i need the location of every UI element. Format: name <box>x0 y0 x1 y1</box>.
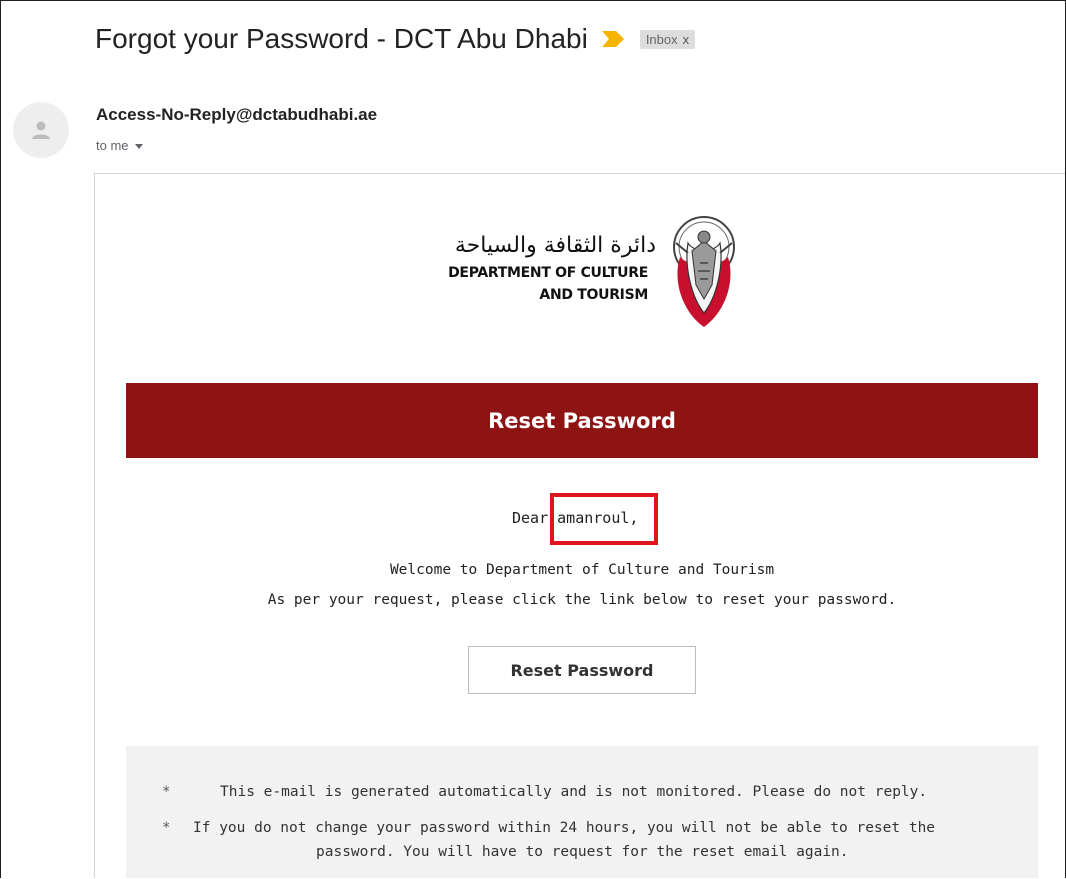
reset-password-button[interactable]: Reset Password <box>468 646 696 694</box>
note-marker-2: * <box>162 820 171 836</box>
email-subject: Forgot your Password - DCT Abu Dhabi <box>95 23 588 54</box>
reset-password-banner: Reset Password <box>126 383 1038 458</box>
subject-row: Forgot your Password - DCT Abu Dhabi Inb… <box>95 21 696 57</box>
footer-notice: * This e-mail is generated automatically… <box>126 746 1038 878</box>
note-marker-1: * <box>162 784 171 800</box>
dct-logo: دائرة الثقافة والسياحة DEPARTMENT OF CUL… <box>426 213 746 333</box>
email-view: Forgot your Password - DCT Abu Dhabi Inb… <box>0 0 1066 878</box>
note-2: If you do not change your password withi… <box>193 820 936 836</box>
recipient-details-toggle[interactable]: to me <box>96 138 143 153</box>
logo-line-1: DEPARTMENT OF CULTURE <box>448 265 648 281</box>
logo-arabic-text: دائرة الثقافة والسياحة <box>454 233 656 258</box>
importance-marker-icon[interactable] <box>601 31 624 47</box>
chevron-down-icon <box>134 144 143 149</box>
inbox-label-chip[interactable]: Inbox x <box>639 29 696 49</box>
welcome-line-2: As per your request, please click the li… <box>267 592 897 608</box>
avatar <box>13 102 69 158</box>
name-highlight-box <box>550 493 658 545</box>
person-icon <box>32 121 50 139</box>
greeting-prefix: Dear <box>512 509 549 527</box>
abu-dhabi-falcon-emblem-icon <box>662 213 746 333</box>
recipient-label: to me <box>96 138 129 153</box>
note-2-continued: password. You will have to request for t… <box>316 844 849 860</box>
note-1: This e-mail is generated automatically a… <box>220 784 928 800</box>
welcome-line-1: Welcome to Department of Culture and Tou… <box>389 562 775 578</box>
remove-label-icon[interactable]: x <box>683 32 690 47</box>
sender-address[interactable]: Access-No-Reply@dctabudhabi.ae <box>96 105 377 125</box>
inbox-label: Inbox <box>645 31 678 47</box>
logo-line-2: AND TOURISM <box>539 287 648 303</box>
